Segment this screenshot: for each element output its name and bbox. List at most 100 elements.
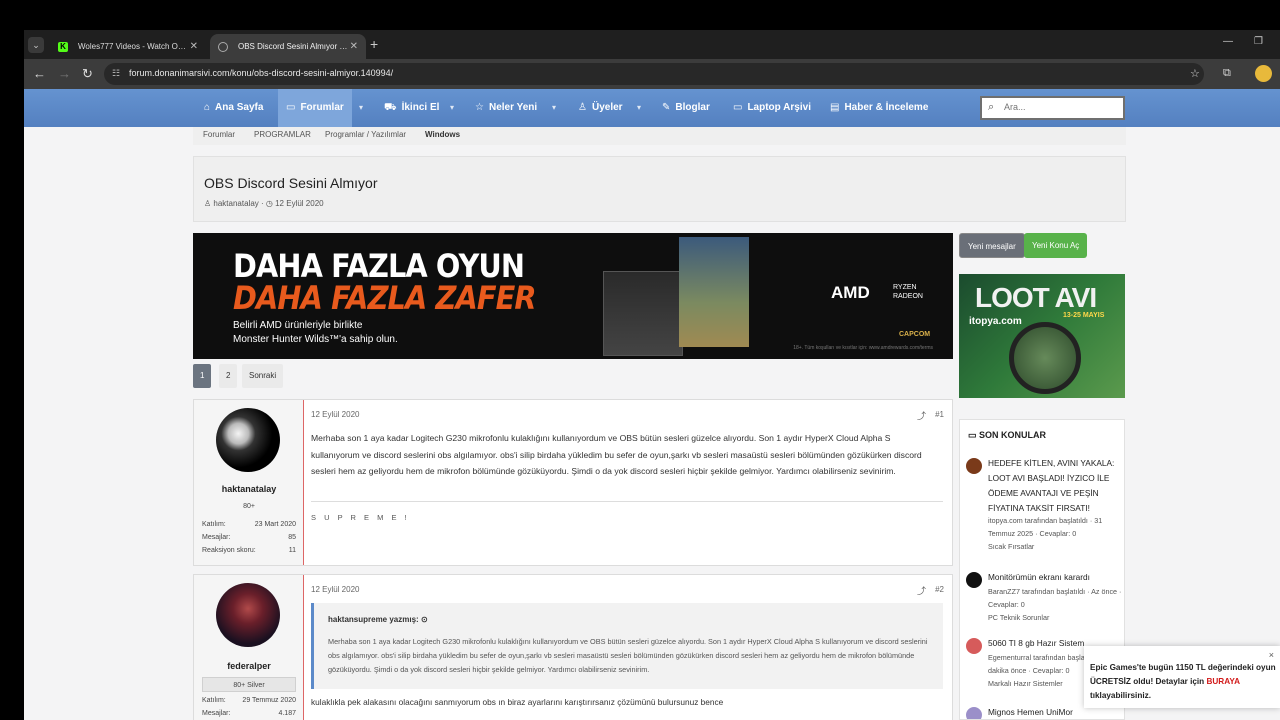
stat-label: Katılım: xyxy=(202,697,226,704)
chevron-down-icon[interactable]: ▾ xyxy=(552,103,556,112)
ad-site: itopya.com xyxy=(969,316,1022,327)
breadcrumb: Forumlar PROGRAMLAR Programlar / Yazılım… xyxy=(193,127,1126,145)
chevron-down-icon[interactable]: ⌄ xyxy=(28,37,44,53)
post-user-info: haktanatalay 80+ Katılım: 23 Mart 2020 Me… xyxy=(194,400,304,565)
forward-arrow-icon[interactable]: → xyxy=(58,66,71,81)
loot-avi-ad[interactable]: LOOT AVI 13-25 MAYIS itopya.com xyxy=(959,274,1125,398)
nav-item-forumlar[interactable]: ▭ Forumlar xyxy=(278,89,352,127)
post-number[interactable]: #1 xyxy=(935,410,944,419)
nav-item-ana-sayfa[interactable]: ⌂ Ana Sayfa xyxy=(204,89,263,127)
avatar xyxy=(966,458,982,474)
username[interactable]: federalper xyxy=(194,661,304,671)
avatar xyxy=(966,707,982,719)
breadcrumb-programlar-yazilimlar[interactable]: Programlar / Yazılımlar xyxy=(325,130,406,139)
signature: S U P R E M E ! xyxy=(311,513,410,522)
game-cover-image xyxy=(679,237,749,347)
news-icon: ▤ xyxy=(830,102,840,113)
pc-case-image xyxy=(603,271,683,356)
share-icon[interactable]: ⤴ xyxy=(917,409,926,422)
search-input[interactable] xyxy=(1004,102,1114,112)
next-page-button[interactable]: Sonraki xyxy=(242,364,284,388)
page-2-button[interactable]: 2 xyxy=(219,364,238,388)
share-icon[interactable]: ⤴ xyxy=(917,584,926,597)
new-messages-button[interactable]: Yeni mesajlar xyxy=(959,233,1025,258)
recent-thread-meta: itopya.com tarafından başlatıldı · 31 Te… xyxy=(988,516,1103,538)
post-date[interactable]: 12 Eylül 2020 xyxy=(311,410,359,419)
breadcrumb-windows[interactable]: Windows xyxy=(425,130,460,139)
avatar[interactable] xyxy=(1255,65,1272,82)
avatar xyxy=(966,638,982,654)
nav-label: Üyeler xyxy=(591,102,623,113)
nav-label: Neler Yeni xyxy=(488,102,538,113)
nav-label: Ana Sayfa xyxy=(215,102,264,113)
recent-thread-forum[interactable]: Sıcak Fırsatlar xyxy=(988,540,1122,553)
nav-item-ikinci-el[interactable]: ⛟ İkinci El xyxy=(384,89,439,127)
epic-games-toast[interactable]: × Epic Games'te bugün 1150 TL değerindek… xyxy=(1084,646,1280,708)
search-box[interactable]: ⌕ xyxy=(980,96,1125,120)
back-arrow-icon[interactable]: ← xyxy=(33,66,46,81)
nav-item-haber-inceleme[interactable]: ▤ Haber & İnceleme xyxy=(830,89,928,127)
recent-thread-title[interactable]: Monitörümün ekranı karardı xyxy=(988,570,1122,585)
recent-threads-heading: ▭ SON KONULAR xyxy=(968,430,1046,441)
site-favicon-icon xyxy=(218,42,228,52)
reload-icon[interactable]: ↻ xyxy=(82,66,93,82)
minimize-icon[interactable]: — xyxy=(1223,36,1233,47)
nav-item-uyeler[interactable]: ♙ Üyeler xyxy=(578,89,623,127)
url-text[interactable]: forum.donanimarsivi.com/konu/obs-discord… xyxy=(129,68,393,78)
amd-banner-ad[interactable]: DAHA FAZLA OYUN DAHA FAZLA ZAFER Belirli… xyxy=(193,233,953,359)
chevron-down-icon[interactable]: ▾ xyxy=(359,103,363,112)
thread-date[interactable]: 12 Eylül 2020 xyxy=(275,199,323,208)
tab-strip: ⌄ K Woles777 Videos - Watch On-Demand ✕ … xyxy=(24,30,1280,59)
quote-author[interactable]: haktansupreme yazmış: ⊙ xyxy=(328,615,428,624)
cart-icon: ⛟ xyxy=(384,102,397,113)
avatar[interactable] xyxy=(216,408,280,472)
nav-label: Bloglar xyxy=(675,102,710,113)
star-icon[interactable]: ☆ xyxy=(1190,67,1200,80)
page-1-button[interactable]: 1 xyxy=(193,364,212,388)
breadcrumb-forumlar[interactable]: Forumlar xyxy=(203,130,235,139)
toast-link[interactable]: BURAYA xyxy=(1206,677,1239,686)
recent-thread-forum[interactable]: PC Teknik Sorunlar xyxy=(988,611,1122,624)
maximize-icon[interactable]: ❐ xyxy=(1254,36,1263,47)
post-number[interactable]: #2 xyxy=(935,585,944,594)
chevron-down-icon[interactable]: ▾ xyxy=(450,103,454,112)
site-info-icon[interactable]: ☷ xyxy=(112,68,122,78)
stat-value: 29 Temmuz 2020 xyxy=(242,697,296,704)
user-title: 80+ xyxy=(243,503,255,510)
close-icon[interactable]: × xyxy=(1269,650,1274,660)
search-icon: ⌕ xyxy=(988,101,995,113)
breadcrumb-programlar[interactable]: PROGRAMLAR xyxy=(254,130,311,139)
banner-line3a: Belirli AMD ürünleriyle birlikte xyxy=(233,320,363,331)
new-thread-button[interactable]: Yeni Konu Aç xyxy=(1024,233,1088,258)
close-icon[interactable]: ✕ xyxy=(190,34,198,59)
nav-item-bloglar[interactable]: ✎ Bloglar xyxy=(662,89,710,127)
quote-text: Merhaba son 1 aya kadar Logitech G230 mi… xyxy=(328,637,928,674)
nav-item-laptop-arsivi[interactable]: ▭ Laptop Arşivi xyxy=(733,89,811,127)
post-2: federalper 80+ Silver Katılım: 29 Temmuz … xyxy=(193,574,953,720)
banner-line3b: Monster Hunter Wilds™'a sahip olun. xyxy=(233,334,398,345)
nav-label: Haber & İnceleme xyxy=(844,102,929,113)
arrow-up-icon[interactable]: ⊙ xyxy=(421,615,428,624)
tab-obs-discord[interactable]: OBS Discord Sesini Almıyor | Donanım Arş… xyxy=(210,34,366,59)
avatar[interactable] xyxy=(216,583,280,647)
chat-icon: ▭ xyxy=(968,430,977,440)
thread-author[interactable]: haktanatalay xyxy=(213,199,258,208)
recent-thread-title[interactable]: HEDEFE KİTLEN, AVINI YAKALA: LOOT AVI BA… xyxy=(988,456,1122,516)
user-stat: Mesajlar: 85 xyxy=(202,534,296,541)
username[interactable]: haktanatalay xyxy=(194,484,304,494)
banner-line3: Belirli AMD ürünleriyle birlikte Monster… xyxy=(233,319,398,347)
quote-block: haktansupreme yazmış: ⊙ Merhaba son 1 ay… xyxy=(311,603,943,689)
ryzen-radeon-logo: RYZEN RADEON xyxy=(893,283,923,301)
scope-image xyxy=(1009,322,1081,394)
extensions-icon[interactable]: ⧉ xyxy=(1223,67,1231,80)
banner-fine-print: 18+. Tüm koşulları ve kısıtlar için: www… xyxy=(793,345,933,351)
plus-icon[interactable]: + xyxy=(370,36,378,52)
nav-item-neler-yeni[interactable]: ☆ Neler Yeni xyxy=(475,89,537,127)
browser-toolbar: ← → ↻ ☷ forum.donanimarsivi.com/konu/obs… xyxy=(24,59,1280,89)
close-icon[interactable]: ✕ xyxy=(350,34,358,59)
ad-title: LOOT AVI xyxy=(975,282,1097,313)
address-bar[interactable]: ☷ forum.donanimarsivi.com/konu/obs-disco… xyxy=(104,63,1204,85)
post-date[interactable]: 12 Eylül 2020 xyxy=(311,585,359,594)
tab-woles777[interactable]: K Woles777 Videos - Watch On-Demand ✕ xyxy=(50,34,206,59)
chevron-down-icon[interactable]: ▾ xyxy=(637,103,641,112)
